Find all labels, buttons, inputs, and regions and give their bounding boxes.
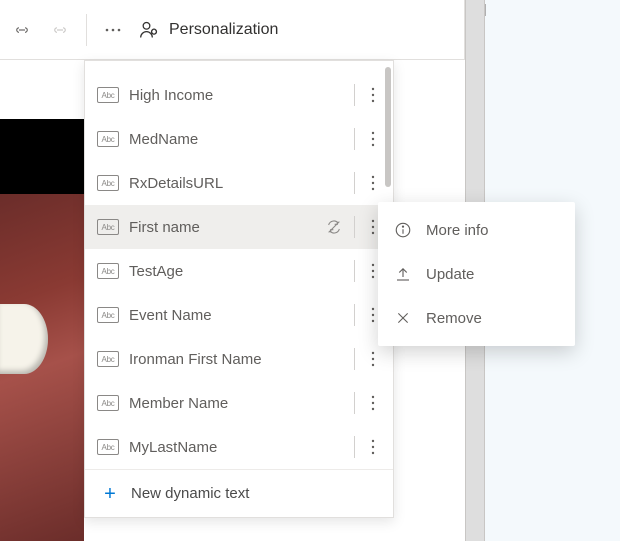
text-type-icon: Abc	[97, 439, 119, 455]
text-type-icon: Abc	[97, 307, 119, 323]
menu-item-more-info[interactable]: More info	[378, 208, 575, 252]
text-type-icon: Abc	[97, 175, 119, 191]
personalization-panel-label[interactable]: Personalization	[133, 20, 278, 40]
field-more-button[interactable]	[361, 121, 385, 157]
field-list: Abc High Income Abc MedName Abc RxDetail…	[85, 61, 393, 469]
new-dynamic-text-button[interactable]: + New dynamic text	[85, 469, 393, 517]
menu-item-remove[interactable]: Remove	[378, 296, 575, 340]
field-more-button[interactable]	[361, 165, 385, 201]
field-more-button[interactable]	[361, 385, 385, 421]
toolbar-divider	[86, 14, 87, 46]
field-row-member-name[interactable]: Abc Member Name	[85, 381, 393, 425]
menu-item-label: Update	[426, 266, 474, 283]
field-more-button[interactable]	[361, 429, 385, 465]
field-label: High Income	[129, 87, 348, 104]
field-context-menu: More info Update Remove	[378, 202, 575, 346]
row-divider	[354, 216, 355, 238]
scrollbar-thumb[interactable]	[385, 67, 391, 187]
field-row-mylastname[interactable]: Abc MyLastName	[85, 425, 393, 469]
field-label: MyLastName	[129, 439, 348, 456]
row-divider	[354, 392, 355, 414]
field-row-first-name[interactable]: Abc First name	[85, 205, 393, 249]
menu-item-label: Remove	[426, 310, 482, 327]
text-type-icon: Abc	[97, 395, 119, 411]
row-divider	[354, 348, 355, 370]
row-divider	[354, 128, 355, 150]
field-label: MedName	[129, 131, 348, 148]
field-more-button[interactable]	[361, 77, 385, 113]
row-divider	[354, 172, 355, 194]
close-icon	[394, 310, 412, 326]
menu-item-update[interactable]: Update	[378, 252, 575, 296]
text-type-icon: Abc	[97, 219, 119, 235]
new-dynamic-text-label: New dynamic text	[131, 485, 249, 502]
upload-icon	[394, 265, 412, 283]
field-label: TestAge	[129, 263, 348, 280]
panel-title: Personalization	[169, 21, 278, 39]
row-divider	[354, 436, 355, 458]
row-divider	[354, 84, 355, 106]
field-label: RxDetailsURL	[129, 175, 348, 192]
field-row-ironman-first-name[interactable]: Abc Ironman First Name	[85, 337, 393, 381]
field-row-event-name[interactable]: Abc Event Name	[85, 293, 393, 337]
link-secondary-button[interactable]	[42, 12, 78, 48]
toolbar: Personalization	[0, 0, 465, 60]
field-row-high-income[interactable]: Abc High Income	[85, 73, 393, 117]
field-label: First name	[129, 219, 324, 236]
field-row-rxdetailsurl[interactable]: Abc RxDetailsURL	[85, 161, 393, 205]
info-icon	[394, 221, 412, 239]
more-actions-button[interactable]	[95, 12, 131, 48]
sync-disabled-icon	[324, 219, 344, 235]
text-type-icon: Abc	[97, 131, 119, 147]
field-row-medname[interactable]: Abc MedName	[85, 117, 393, 161]
menu-item-label: More info	[426, 222, 489, 239]
field-row-testage[interactable]: Abc TestAge	[85, 249, 393, 293]
plus-icon: +	[101, 484, 119, 504]
link-button[interactable]	[4, 12, 40, 48]
row-divider	[354, 304, 355, 326]
row-divider	[354, 260, 355, 282]
email-background-image	[0, 119, 84, 541]
field-more-button[interactable]	[361, 341, 385, 377]
field-label: Member Name	[129, 395, 348, 412]
personalization-fields-panel: Abc High Income Abc MedName Abc RxDetail…	[84, 60, 394, 518]
text-type-icon: Abc	[97, 351, 119, 367]
personalization-icon	[139, 20, 159, 40]
field-label: Event Name	[129, 307, 348, 324]
field-label: Ironman First Name	[129, 351, 348, 368]
text-type-icon: Abc	[97, 263, 119, 279]
text-type-icon: Abc	[97, 87, 119, 103]
